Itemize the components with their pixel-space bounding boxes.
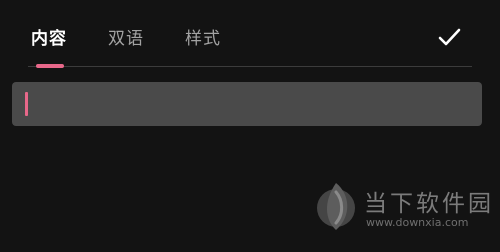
tab-style[interactable]: 样式 (185, 26, 221, 52)
watermark-title: 当下软件园 (364, 191, 494, 217)
watermark: 当下软件园 www.downxia.com (312, 180, 500, 240)
subtitle-text-input[interactable] (12, 82, 482, 126)
tab-bilingual[interactable]: 双语 (108, 26, 144, 52)
confirm-button[interactable] (432, 22, 468, 54)
check-icon (438, 28, 461, 46)
text-caret (25, 92, 28, 116)
tab-divider (28, 66, 472, 67)
tab-content[interactable]: 内容 (31, 26, 67, 52)
watermark-url: www.downxia.com (366, 216, 469, 229)
active-tab-indicator (36, 64, 64, 68)
downxia-logo-icon (317, 183, 355, 230)
